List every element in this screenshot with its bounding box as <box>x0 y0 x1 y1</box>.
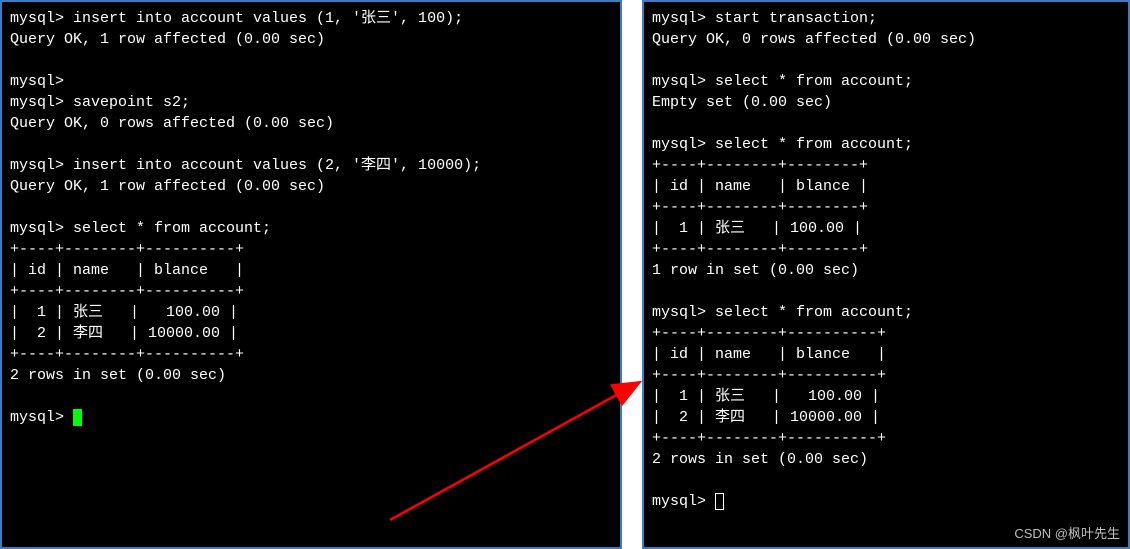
right-terminal[interactable]: mysql> start transaction; Query OK, 0 ro… <box>642 0 1130 549</box>
pane-gap <box>622 0 642 549</box>
left-terminal-content: mysql> insert into account values (1, '张… <box>10 10 481 426</box>
cursor-inactive <box>715 493 724 510</box>
left-terminal[interactable]: mysql> insert into account values (1, '张… <box>0 0 622 549</box>
cursor-active <box>73 409 82 426</box>
right-terminal-content: mysql> start transaction; Query OK, 0 ro… <box>652 10 976 510</box>
terminal-container: mysql> insert into account values (1, '张… <box>0 0 1130 549</box>
